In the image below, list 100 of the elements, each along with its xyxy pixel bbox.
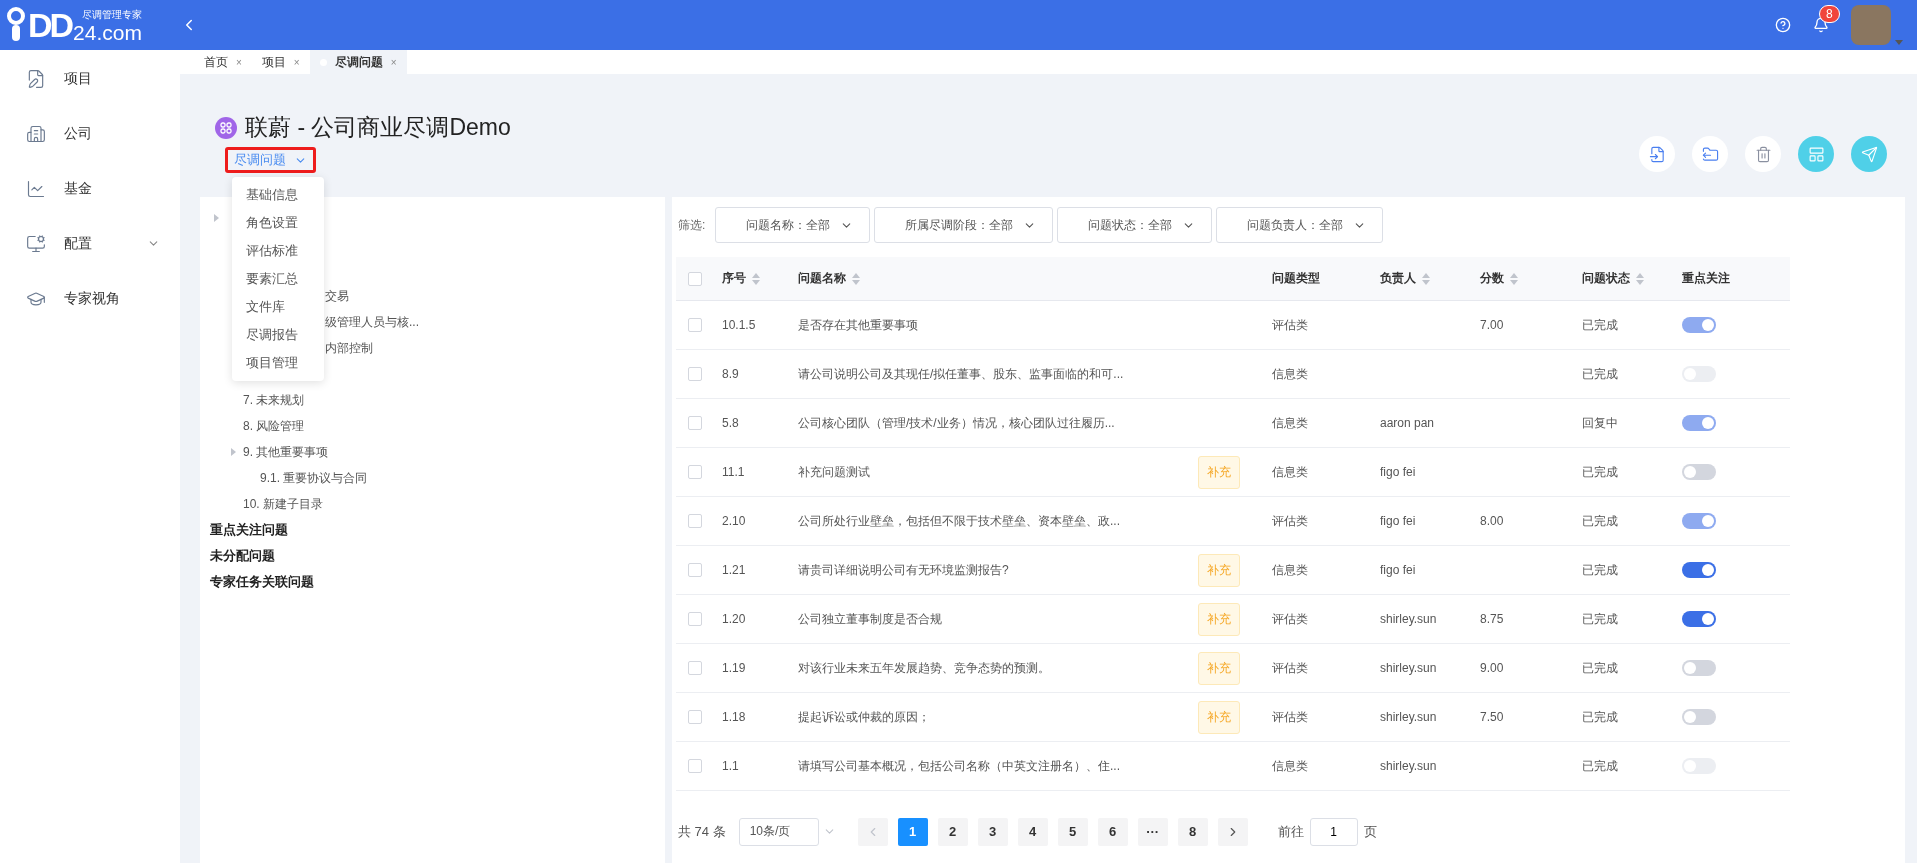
supplement-tag: 补充 [1198,700,1240,734]
table-cell: 1.18 [722,710,746,724]
tab[interactable]: 项目 × [251,50,310,74]
filter-dropdown[interactable]: 问题名称：全部 [715,207,871,243]
export-button[interactable] [1692,136,1728,172]
focus-toggle[interactable] [1682,562,1716,578]
building-icon [26,123,46,144]
sort-icon[interactable] [1422,272,1430,285]
tree-item[interactable]: 级管理人员与核... [325,313,419,331]
column-header: 重点关注 [1682,270,1730,287]
filter-dropdown[interactable]: 所属尽调阶段：全部 [874,207,1054,243]
bell-icon[interactable] [1813,17,1829,33]
supplement-tag: 补充 [1198,602,1240,636]
row-checkbox[interactable] [688,710,702,724]
tree-group-label[interactable]: 重点关注问题 [210,521,288,539]
sidebar-item[interactable]: 专家视角 [0,271,180,326]
focus-toggle[interactable] [1682,660,1716,676]
table-cell: 评估类 [1272,513,1308,528]
expand-arrow-icon[interactable] [212,214,220,222]
sidebar-item[interactable]: 配置 [0,216,180,271]
row-checkbox[interactable] [688,318,702,332]
goto-suffix: 页 [1363,822,1377,841]
sort-icon[interactable] [1636,272,1644,285]
row-checkbox[interactable] [688,416,702,430]
row-checkbox[interactable] [688,367,702,381]
table-cell: 1.1 [722,759,739,773]
row-checkbox[interactable] [688,661,702,675]
tree-item[interactable]: 10. 新建子目录 [243,495,323,513]
select-all-checkbox[interactable] [688,271,702,286]
tab[interactable]: 尽调问题 × [309,50,407,74]
supplement-tag: 补充 [1198,553,1240,587]
row-checkbox[interactable] [688,563,702,577]
page-button[interactable]: ··· [1137,817,1168,846]
tree-item[interactable]: 8. 风险管理 [243,417,305,435]
sidebar-item[interactable]: 公司 [0,106,180,161]
tab-close-button[interactable]: × [293,56,300,68]
table-cell: 信息类 [1272,758,1308,773]
tree-group-label[interactable]: 未分配问题 [210,547,275,565]
monitor-gear-icon [26,233,46,254]
row-checkbox[interactable] [688,612,702,626]
prev-page-button[interactable] [857,817,888,846]
expand-arrow-icon[interactable] [229,448,237,456]
tree-item[interactable]: 内部控制 [325,339,373,357]
avatar-photo-placeholder[interactable] [1851,5,1891,45]
filter-dropdown[interactable]: 问题状态：全部 [1057,207,1213,243]
page-button[interactable]: 6 [1097,817,1128,846]
row-checkbox[interactable] [688,759,702,773]
sort-icon[interactable] [852,272,860,285]
page-button[interactable]: 5 [1057,817,1088,846]
document-pen-icon [26,68,46,89]
sort-icon[interactable] [1510,272,1518,285]
sidebar-item[interactable]: 项目 [0,51,180,106]
tree-item[interactable]: 9. 其他重要事项 [243,443,329,461]
table-cell: 8.75 [1480,612,1504,626]
layout-plus-icon [1807,145,1825,163]
goto-page-input[interactable]: 1 [1309,817,1358,846]
page-button[interactable]: 4 [1017,817,1048,846]
sort-icon[interactable] [752,272,760,285]
tree-item[interactable]: 7. 未来规划 [243,391,305,409]
focus-toggle[interactable] [1682,709,1716,725]
table-cell: 请填写公司基本概况，包括公司名称（中英文注册名）、住... [798,758,1120,773]
row-checkbox[interactable] [688,465,702,479]
table-cell: shirley.sun [1380,759,1437,773]
filter-dropdown[interactable]: 问题负责人：全部 [1216,207,1384,243]
delete-button[interactable] [1745,136,1781,172]
menu-item[interactable]: 要素汇总 [232,265,324,293]
add-button[interactable] [1798,136,1834,172]
page-size-select[interactable]: 10条/页 [738,817,819,846]
table-cell: 10.1.5 [722,318,756,332]
focus-toggle[interactable] [1682,611,1716,627]
page-button[interactable]: 8 [1177,817,1208,846]
sidebar-item[interactable]: 基金 [0,161,180,216]
table-cell: 评估类 [1272,660,1308,675]
table-cell: 1.20 [722,612,746,626]
tab[interactable]: 首页 × [194,50,252,74]
send-button[interactable] [1851,136,1887,172]
caret-icon[interactable] [1895,40,1903,45]
page-button[interactable]: 2 [937,817,968,846]
tree-item[interactable]: 交易 [325,287,349,305]
tab-close-button[interactable]: × [236,56,242,68]
focus-toggle[interactable] [1682,464,1716,480]
table-cell: 8.9 [722,367,739,381]
menu-item[interactable]: 文件库 [232,293,324,321]
next-page-button[interactable] [1217,817,1248,846]
table-cell: figo fei [1380,514,1416,528]
menu-item[interactable]: 项目管理 [232,349,324,377]
page-button[interactable]: 3 [977,817,1008,846]
table-cell: 评估类 [1272,611,1308,626]
tree-item[interactable]: 9.1. 重要协议与合同 [260,469,368,487]
menu-item[interactable]: 尽调报告 [232,321,324,349]
import-button[interactable] [1639,136,1675,172]
row-checkbox[interactable] [688,514,702,528]
menu-item[interactable]: 评估标准 [232,237,324,265]
menu-item[interactable]: 基础信息 [232,181,324,209]
project-icon [215,116,237,139]
tree-group-label[interactable]: 专家任务关联问题 [210,573,314,591]
menu-item[interactable]: 角色设置 [232,209,324,237]
table-cell: 请公司说明公司及其现任/拟任董事、股东、监事面临的和可... [798,366,1124,381]
table-cell: 对该行业未来五年发展趋势、竞争态势的预测。 [798,660,1050,675]
help-icon[interactable] [1775,17,1791,33]
